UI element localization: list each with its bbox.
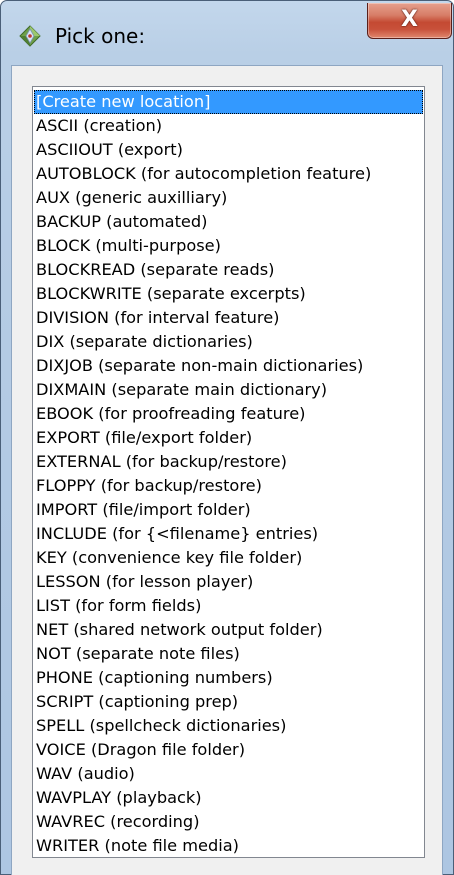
list-item[interactable]: BACKUP (automated) <box>34 210 423 234</box>
list-item[interactable]: EXTERNAL (for backup/restore) <box>34 450 423 474</box>
list-item[interactable]: DIX (separate dictionaries) <box>34 330 423 354</box>
list-item[interactable]: PHONE (captioning numbers) <box>34 666 423 690</box>
list-item[interactable]: EXPORT (file/export folder) <box>34 426 423 450</box>
list-item[interactable]: WAV (audio) <box>34 762 423 786</box>
list-item[interactable]: WAVREC (recording) <box>34 810 423 834</box>
dialog-client-area: [Create new location] ASCII (creation) ASC… <box>11 65 443 875</box>
list-item[interactable]: FLOPPY (for backup/restore) <box>34 474 423 498</box>
dialog-window: Pick one: X [Create new location] ASCII (… <box>0 0 454 875</box>
list-item[interactable]: LESSON (for lesson player) <box>34 570 423 594</box>
list-item[interactable]: WRITER (note file media) <box>34 834 423 858</box>
list-item[interactable]: NET (shared network output folder) <box>34 618 423 642</box>
list-item[interactable]: AUX (generic auxilliary) <box>34 186 423 210</box>
close-button[interactable]: X <box>367 3 452 39</box>
list-item[interactable]: DIVISION (for interval feature) <box>34 306 423 330</box>
list-item[interactable]: ASCIIOUT (export) <box>34 138 423 162</box>
list-item[interactable]: NOT (separate note files) <box>34 642 423 666</box>
list-item[interactable]: LIST (for form fields) <box>34 594 423 618</box>
list-item[interactable]: KEY (convenience key file folder) <box>34 546 423 570</box>
list-item[interactable]: EBOOK (for proofreading feature) <box>34 402 423 426</box>
list-item[interactable]: SCRIPT (captioning prep) <box>34 690 423 714</box>
close-icon: X <box>368 3 451 37</box>
window-title: Pick one: <box>55 23 145 49</box>
list-item[interactable]: AUTOBLOCK (for autocompletion feature) <box>34 162 423 186</box>
list-item[interactable]: BLOCKWRITE (separate excerpts) <box>34 282 423 306</box>
list-item[interactable]: BLOCKREAD (separate reads) <box>34 258 423 282</box>
list-item[interactable]: SPELL (spellcheck dictionaries) <box>34 714 423 738</box>
list-item[interactable]: WAVPLAY (playback) <box>34 786 423 810</box>
list-item[interactable]: VOICE (Dragon file folder) <box>34 738 423 762</box>
list-item[interactable]: INCLUDE (for {<filename} entries) <box>34 522 423 546</box>
list-item[interactable]: ASCII (creation) <box>34 114 423 138</box>
title-bar[interactable]: Pick one: X <box>1 1 453 65</box>
diamond-app-icon <box>19 25 41 47</box>
list-item[interactable]: IMPORT (file/import folder) <box>34 498 423 522</box>
list-item[interactable]: BLOCK (multi-purpose) <box>34 234 423 258</box>
list-item[interactable]: DIXJOB (separate non-main dictionaries) <box>34 354 423 378</box>
location-listbox[interactable]: [Create new location] ASCII (creation) ASC… <box>32 86 425 858</box>
list-item[interactable]: DIXMAIN (separate main dictionary) <box>34 378 423 402</box>
list-item-selected[interactable]: [Create new location] <box>34 90 423 114</box>
